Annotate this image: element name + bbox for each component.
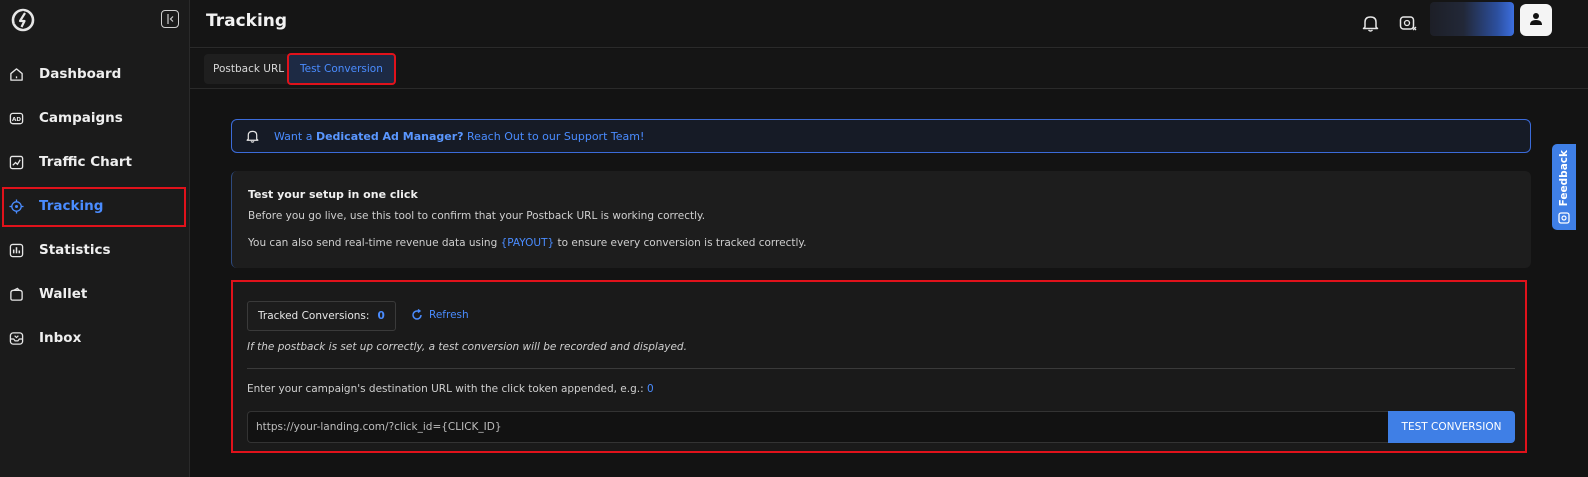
banner-text-prefix: Want a (274, 129, 316, 143)
sidebar-collapse-icon[interactable] (161, 10, 179, 28)
payout-token: {PAYOUT} (500, 237, 555, 249)
brand-logo-icon[interactable] (10, 7, 36, 33)
svg-text:AD: AD (12, 116, 21, 122)
sidebar-item-label: Statistics (39, 242, 111, 258)
payout-note-prefix: You can also send real-time revenue data… (248, 237, 501, 249)
sidebar-nav: Dashboard AD Campaigns Traffic Chart Tra… (0, 52, 190, 360)
wallet-icon (8, 286, 24, 302)
destination-url-label: Enter your campaign's destination URL wi… (247, 383, 654, 395)
destination-url-example: 0 (646, 383, 654, 395)
banner-text-bold: Dedicated Ad Manager? (315, 129, 464, 143)
destination-url-input[interactable] (247, 411, 1389, 443)
sidebar-item-label: Tracking (39, 198, 104, 214)
target-icon (8, 198, 24, 214)
user-menu-button[interactable] (1520, 4, 1552, 36)
info-title: Test your setup in one click (248, 188, 418, 201)
sidebar: Dashboard AD Campaigns Traffic Chart Tra… (0, 0, 190, 477)
sidebar-item-tracking[interactable]: Tracking (0, 184, 190, 228)
divider (247, 368, 1515, 369)
sidebar-item-dashboard[interactable]: Dashboard (0, 52, 190, 96)
top-bar: Tracking (190, 0, 1588, 48)
test-conversion-panel: Tracked Conversions: 0 Refresh If the po… (231, 280, 1527, 453)
inbox-icon (8, 330, 24, 346)
refresh-icon (412, 309, 422, 320)
sidebar-item-statistics[interactable]: Statistics (0, 228, 190, 272)
stats-icon (8, 242, 24, 258)
info-description: Before you go live, use this tool to con… (248, 210, 706, 222)
test-conversion-button[interactable]: TEST CONVERSION (1388, 411, 1515, 443)
sidebar-item-label: Inbox (39, 330, 82, 346)
info-card: Test your setup in one click Before you … (231, 171, 1531, 268)
sidebar-item-inbox[interactable]: Inbox (0, 316, 190, 360)
tracked-conversions-label: Tracked Conversions: (258, 310, 370, 322)
chart-icon (8, 154, 24, 170)
refresh-button[interactable]: Refresh (411, 309, 469, 321)
payout-note-suffix: to ensure every conversion is tracked co… (554, 237, 807, 249)
sidebar-item-label: Dashboard (39, 66, 122, 82)
banner-text-suffix: Reach Out to our Support Team! (463, 129, 645, 143)
bell-icon[interactable] (1359, 12, 1381, 34)
sidebar-item-campaigns[interactable]: AD Campaigns (0, 96, 190, 140)
support-banner[interactable]: Want a Dedicated Ad Manager? Reach Out t… (231, 119, 1531, 153)
sidebar-item-label: Wallet (39, 286, 88, 302)
user-icon (1529, 11, 1543, 30)
tracked-conversions-badge: Tracked Conversions: 0 (247, 301, 396, 331)
sidebar-item-label: Traffic Chart (39, 154, 132, 170)
bell-icon (246, 129, 259, 143)
home-icon (8, 66, 24, 82)
feedback-tab[interactable]: Feedback (1552, 144, 1576, 230)
refresh-label: Refresh (429, 309, 469, 321)
tab-bar: Postback URL Test Conversion (190, 49, 1588, 89)
ad-icon: AD (8, 110, 24, 126)
tab-test-conversion[interactable]: Test Conversion (287, 53, 396, 85)
sidebar-item-wallet[interactable]: Wallet (0, 272, 190, 316)
page-title: Tracking (206, 11, 288, 31)
feedback-label: Feedback (1558, 149, 1570, 206)
feedback-icon (1558, 212, 1570, 224)
account-balance-blurred[interactable] (1430, 2, 1514, 36)
sidebar-item-traffic-chart[interactable]: Traffic Chart (0, 140, 190, 184)
destination-url-label-text: Enter your campaign's destination URL wi… (247, 383, 647, 395)
sidebar-item-label: Campaigns (39, 110, 123, 126)
tracked-conversions-count: 0 (377, 310, 385, 322)
video-call-icon[interactable] (1397, 12, 1419, 34)
tab-postback-url[interactable]: Postback URL (204, 54, 294, 84)
info-payout-note: You can also send real-time revenue data… (248, 237, 806, 249)
postback-hint: If the postback is set up correctly, a t… (247, 341, 687, 353)
